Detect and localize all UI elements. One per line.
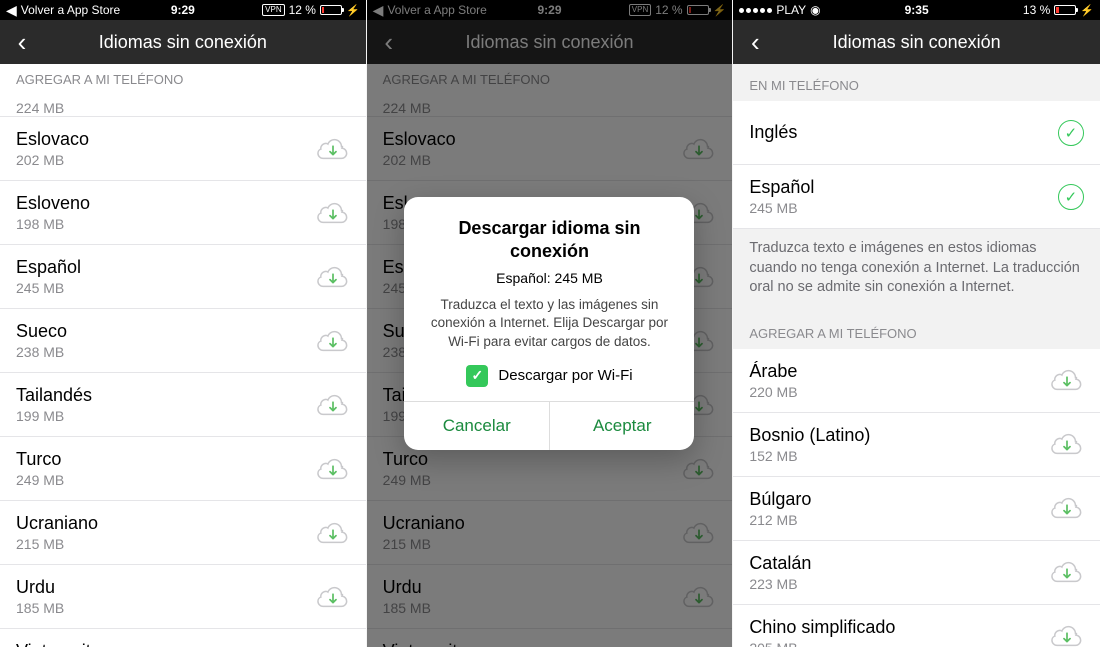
language-row[interactable]: Esloveno 198 MB: [0, 181, 366, 245]
language-size: 212 MB: [749, 512, 1050, 528]
language-name: Ucraniano: [16, 513, 316, 534]
download-icon[interactable]: [316, 199, 350, 227]
download-icon[interactable]: [316, 327, 350, 355]
download-icon[interactable]: [1050, 558, 1084, 586]
offline-note: Traduzca texto e imágenes en estos idiom…: [733, 229, 1100, 312]
language-name: Urdu: [16, 577, 316, 598]
downloaded-check-icon: ✓: [1058, 184, 1084, 210]
dialog-body: Traduzca el texto y las imágenes sin con…: [422, 296, 676, 351]
dialog-title: Descargar idioma sin conexión: [422, 217, 676, 262]
language-size: 220 MB: [749, 384, 1050, 400]
language-size: 198 MB: [16, 216, 316, 232]
language-name: Inglés: [749, 122, 1058, 143]
language-size: 205 MB: [749, 640, 1050, 647]
partial-previous-size: 224 MB: [16, 100, 64, 116]
status-bar: ◀ Volver a App Store 9:29 VPN 12 % ⚡: [0, 0, 366, 20]
language-size: 185 MB: [16, 600, 316, 616]
nav-bar: ‹ Idiomas sin conexión: [0, 20, 366, 64]
screen-language-list: ◀ Volver a App Store 9:29 VPN 12 % ⚡ ‹ I…: [0, 0, 367, 647]
battery-percent: 13 %: [1023, 3, 1050, 17]
carrier-label: PLAY: [776, 3, 806, 17]
download-icon[interactable]: [1050, 494, 1084, 522]
language-name: Eslovaco: [16, 129, 316, 150]
language-name: Esloveno: [16, 193, 316, 214]
download-icon[interactable]: [316, 583, 350, 611]
language-size: 249 MB: [16, 472, 316, 488]
section-header-on-device: EN MI TELÉFONO: [733, 64, 1100, 101]
download-icon[interactable]: [316, 519, 350, 547]
charging-icon: ⚡: [1080, 4, 1094, 17]
back-to-app-label[interactable]: Volver a App Store: [21, 3, 120, 17]
page-title: Idiomas sin conexión: [0, 32, 366, 53]
screen-download-dialog: ◀ Volver a App Store 9:29 VPN 12 % ⚡ ‹ I…: [367, 0, 734, 647]
back-to-app-icon[interactable]: ◀: [6, 2, 17, 19]
language-row[interactable]: Vietnamita214 MB: [0, 629, 366, 647]
screen-on-device: PLAY ◉ 9:35 13 % ⚡ ‹ Idiomas sin conexió…: [733, 0, 1100, 647]
dialog-subtitle: Español: 245 MB: [422, 270, 676, 286]
wifi-only-checkbox[interactable]: ✓: [466, 365, 488, 387]
battery-icon: [1054, 5, 1076, 15]
language-name: Español: [749, 177, 1058, 198]
download-icon[interactable]: [1050, 430, 1084, 458]
nav-back-button[interactable]: ‹: [0, 20, 44, 64]
download-icon[interactable]: [316, 263, 350, 291]
download-icon[interactable]: [316, 391, 350, 419]
section-header-add: AGREGAR A MI TELÉFONO: [733, 312, 1100, 349]
language-name: Búlgaro: [749, 489, 1050, 510]
language-row[interactable]: Eslovaco 202 MB: [0, 117, 366, 181]
language-row[interactable]: Turco 249 MB: [0, 437, 366, 501]
language-row[interactable]: Catalán 223 MB: [733, 541, 1100, 605]
download-dialog: Descargar idioma sin conexión Español: 2…: [404, 197, 694, 450]
language-row[interactable]: Tailandés 199 MB: [0, 373, 366, 437]
language-row[interactable]: Sueco 238 MB: [0, 309, 366, 373]
language-size: 238 MB: [16, 344, 316, 360]
page-title: Idiomas sin conexión: [733, 32, 1100, 53]
language-name: Turco: [16, 449, 316, 470]
section-header-add: AGREGAR A MI TELÉFONO: [0, 64, 366, 95]
language-row[interactable]: Ucraniano 215 MB: [0, 501, 366, 565]
language-row[interactable]: Búlgaro 212 MB: [733, 477, 1100, 541]
language-size: 245 MB: [16, 280, 316, 296]
language-size: 223 MB: [749, 576, 1050, 592]
charging-icon: ⚡: [346, 4, 360, 17]
wifi-only-label: Descargar por Wi-Fi: [498, 367, 632, 384]
language-row[interactable]: Chino simplificado 205 MB: [733, 605, 1100, 647]
language-size: 152 MB: [749, 448, 1050, 464]
battery-icon: [320, 5, 342, 15]
language-name: Bosnio (Latino): [749, 425, 1050, 446]
language-row[interactable]: Urdu 185 MB: [0, 565, 366, 629]
download-icon[interactable]: [1050, 366, 1084, 394]
accept-button[interactable]: Aceptar: [549, 402, 695, 450]
language-row[interactable]: Español 245 MB: [0, 245, 366, 309]
signal-dots-icon: [739, 8, 772, 13]
battery-percent: 12 %: [289, 3, 316, 17]
language-name: Español: [16, 257, 316, 278]
language-size: 199 MB: [16, 408, 316, 424]
language-name: Catalán: [749, 553, 1050, 574]
language-row[interactable]: Inglés✓: [733, 101, 1100, 165]
wifi-icon: ◉: [810, 3, 820, 17]
language-row[interactable]: Español 245 MB✓: [733, 165, 1100, 229]
modal-overlay[interactable]: Descargar idioma sin conexión Español: 2…: [367, 0, 733, 647]
nav-bar: ‹ Idiomas sin conexión: [733, 20, 1100, 64]
language-name: Árabe: [749, 361, 1050, 382]
partial-previous-row: 224 MB: [0, 95, 366, 117]
cancel-button[interactable]: Cancelar: [404, 402, 549, 450]
language-size: 202 MB: [16, 152, 316, 168]
language-size: 215 MB: [16, 536, 316, 552]
language-name: Chino simplificado: [749, 617, 1050, 638]
nav-back-button[interactable]: ‹: [733, 20, 777, 64]
vpn-indicator: VPN: [262, 4, 284, 16]
status-bar: PLAY ◉ 9:35 13 % ⚡: [733, 0, 1100, 20]
downloaded-check-icon: ✓: [1058, 120, 1084, 146]
download-icon[interactable]: [1050, 622, 1084, 647]
language-name: Vietnamita: [16, 641, 316, 647]
language-name: Sueco: [16, 321, 316, 342]
language-row[interactable]: Bosnio (Latino) 152 MB: [733, 413, 1100, 477]
download-icon[interactable]: [316, 135, 350, 163]
download-icon[interactable]: [316, 455, 350, 483]
language-row[interactable]: Árabe 220 MB: [733, 349, 1100, 413]
language-size: 245 MB: [749, 200, 1058, 216]
language-name: Tailandés: [16, 385, 316, 406]
